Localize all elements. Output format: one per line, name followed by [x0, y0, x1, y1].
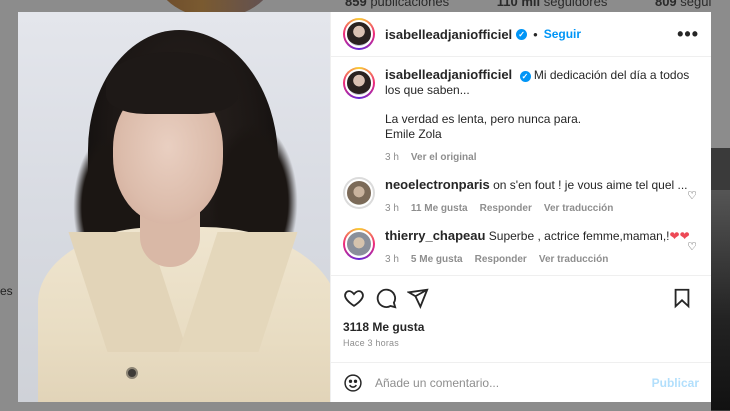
save-bookmark-icon[interactable] [671, 287, 693, 309]
commenter-username[interactable]: neoelectronparis [385, 177, 490, 192]
author-username[interactable]: isabelleadjaniofficiel [385, 27, 512, 42]
comment-bubble-icon[interactable] [375, 287, 397, 309]
caption-time: 3 h [385, 152, 399, 163]
verified-badge-icon: ✓ [516, 28, 528, 40]
action-icons [343, 286, 699, 310]
comment-time: 3 h [385, 254, 399, 265]
caption-quote: La verdad es lenta, pero nunca para. [385, 112, 582, 126]
comment-item: thierry_chapeau Superbe , actrice femme,… [343, 228, 697, 267]
post-header: isabelleadjaniofficiel ✓ • Seguir ••• [331, 12, 711, 57]
comment-input[interactable] [375, 375, 652, 390]
author-avatar[interactable] [343, 18, 375, 50]
post-timestamp: Hace 3 horas [343, 338, 399, 348]
post-side-panel: isabelleadjaniofficiel ✓ • Seguir ••• is… [330, 12, 711, 402]
like-comment-heart-icon[interactable]: ♡ [687, 240, 697, 253]
comment-likes[interactable]: 11 Me gusta [411, 201, 468, 216]
publish-button[interactable]: Publicar [652, 376, 699, 390]
caption: isabelleadjaniofficiel ✓ Mi dedicación d… [343, 67, 697, 165]
stat-followers: 110 mil seguidores [496, 0, 608, 9]
background-nav-label: es [0, 284, 13, 298]
stat-posts: 859 publicaciones [345, 0, 450, 9]
profile-stats: 859 publicaciones 110 mil seguidores 809… [345, 0, 730, 9]
reply-button[interactable]: Responder [480, 201, 532, 216]
comment-text: on s'en fout ! je vous aime tel quel ... [493, 178, 688, 192]
post-actions: 3118 Me gusta Hace 3 horas [331, 275, 711, 348]
caption-author: Emile Zola [385, 127, 442, 141]
see-original-link[interactable]: Ver el original [411, 150, 477, 165]
comment-item: neoelectronparis on s'en fout ! je vous … [343, 177, 697, 216]
background-right-panel [711, 0, 730, 148]
post-modal: isabelleadjaniofficiel ✓ • Seguir ••• is… [18, 12, 711, 402]
add-comment-bar: Publicar [331, 362, 711, 402]
likes-count[interactable]: 3118 Me gusta [343, 320, 699, 334]
follow-button[interactable]: Seguir [544, 27, 581, 41]
commenter-avatar[interactable] [343, 177, 375, 209]
like-comment-heart-icon[interactable]: ♡ [687, 189, 697, 202]
separator-dot: • [533, 26, 538, 42]
share-paper-plane-icon[interactable] [407, 287, 429, 309]
commenter-avatar[interactable] [343, 228, 375, 260]
reply-button[interactable]: Responder [475, 252, 527, 267]
comment-text: Superbe , actrice femme,maman,! [488, 229, 670, 243]
comment-time: 3 h [385, 203, 399, 214]
verified-badge-icon: ✓ [519, 71, 531, 82]
commenter-username[interactable]: thierry_chapeau [385, 228, 485, 243]
caption-username[interactable]: isabelleadjaniofficiel [385, 67, 512, 82]
background-thumbnail-photo [711, 190, 730, 410]
emoji-icon[interactable] [343, 373, 363, 393]
translate-button[interactable]: Ver traducción [544, 201, 613, 216]
more-options-icon[interactable]: ••• [677, 24, 699, 45]
post-photo[interactable] [18, 12, 330, 402]
comments-list[interactable]: isabelleadjaniofficiel ✓ Mi dedicación d… [331, 57, 711, 275]
translate-button[interactable]: Ver traducción [539, 252, 608, 267]
comment-likes[interactable]: 5 Me gusta [411, 252, 463, 267]
caption-avatar[interactable] [343, 67, 375, 99]
like-heart-icon[interactable] [343, 287, 365, 309]
